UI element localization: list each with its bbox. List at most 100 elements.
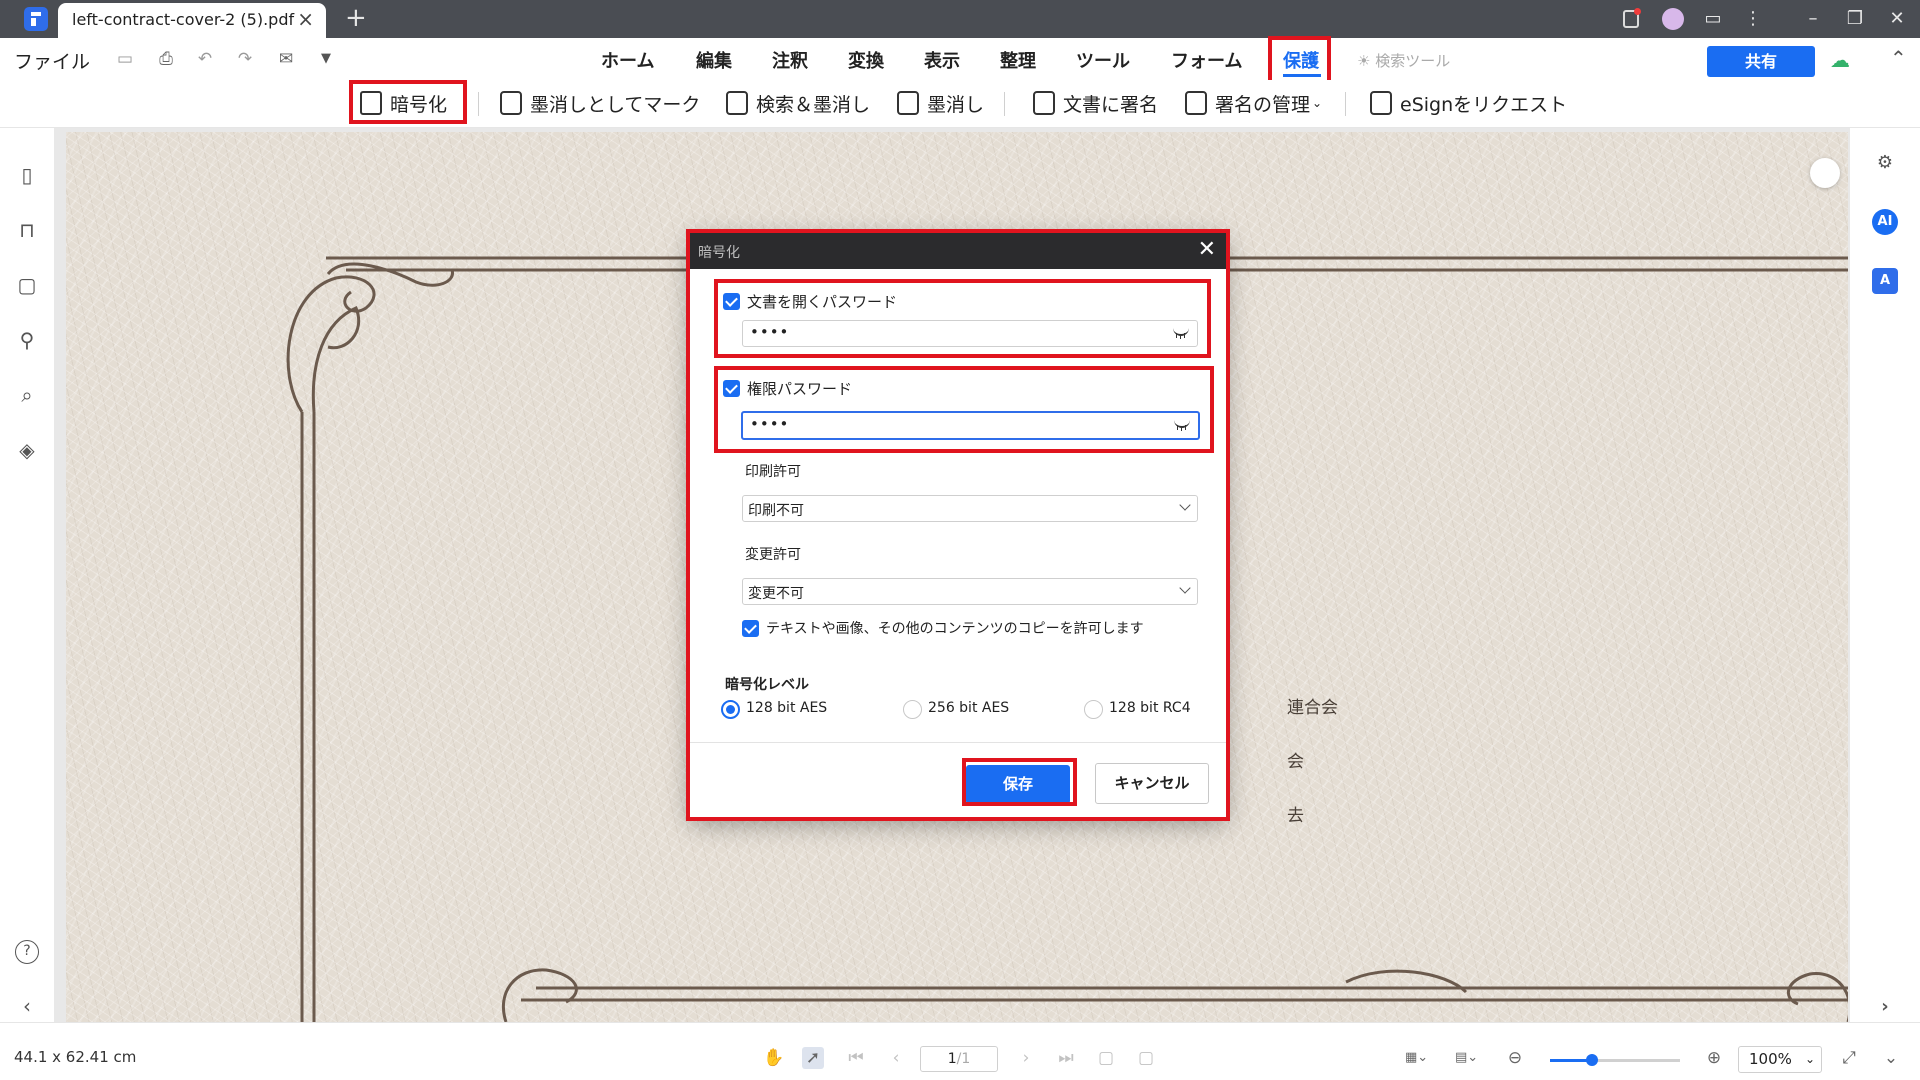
search-and-redact-button[interactable]: 検索＆墨消し	[726, 86, 870, 120]
open-password-field[interactable]: ••••	[742, 320, 1198, 347]
rotate-right-icon[interactable]: ▢	[1135, 1047, 1157, 1069]
radio-128-rc4[interactable]	[1084, 700, 1103, 719]
page-number-input[interactable]: 1/1	[920, 1046, 998, 1072]
app-logo-icon[interactable]	[24, 7, 48, 31]
active-tab-indicator	[1283, 74, 1321, 77]
radio-128-aes[interactable]	[721, 700, 740, 719]
new-tab-button[interactable]: +	[345, 4, 367, 32]
hand-tool-icon[interactable]: ✋	[763, 1047, 785, 1069]
translate-icon[interactable]: A	[1872, 268, 1898, 294]
comment-icon[interactable]: ▢	[15, 273, 39, 297]
more-view-options-icon[interactable]: ⌄	[1880, 1047, 1902, 1069]
search-icon[interactable]: ⌕	[15, 383, 39, 407]
search-redact-icon	[726, 91, 748, 115]
previous-page-icon[interactable]: ‹	[885, 1047, 907, 1069]
attachment-icon[interactable]: ⚲	[15, 328, 39, 352]
rotate-left-icon[interactable]: ▢	[1095, 1047, 1117, 1069]
allow-copy-label: テキストや画像、その他のコンテンツのコピーを許可します	[766, 621, 1144, 637]
customize-quick-access-icon[interactable]: ▼	[315, 48, 337, 70]
open-password-checkbox[interactable]	[723, 293, 740, 310]
layers-icon[interactable]: ◈	[15, 438, 39, 462]
ai-assistant-icon[interactable]: AI	[1872, 209, 1898, 235]
tab-home[interactable]: ホーム	[601, 47, 654, 73]
encrypt-button[interactable]: 暗号化	[360, 86, 447, 120]
zoom-slider[interactable]	[1550, 1054, 1680, 1066]
print-permission-select[interactable]: 印刷不可	[742, 495, 1198, 522]
search-tool-button[interactable]: ☀ 検索ツール	[1357, 50, 1450, 71]
save-button[interactable]: 保存	[966, 765, 1070, 804]
page-layout-icon[interactable]: ▦⌄	[1405, 1047, 1428, 1069]
file-menu[interactable]: ファイル	[14, 47, 90, 74]
show-password-icon[interactable]	[1173, 326, 1189, 338]
tab-form[interactable]: フォーム	[1171, 47, 1242, 73]
avatar[interactable]	[1662, 8, 1684, 30]
select-tool-icon[interactable]: ➚	[802, 1047, 824, 1069]
mark-for-redaction-button[interactable]: 墨消しとしてマーク	[500, 86, 700, 120]
last-page-icon[interactable]: ⏭	[1055, 1047, 1077, 1069]
properties-icon[interactable]: ⚙	[1872, 150, 1898, 176]
tab-comment[interactable]: 注釈	[772, 47, 808, 73]
permission-password-checkbox[interactable]	[723, 380, 740, 397]
fit-page-icon[interactable]: ⤢	[1838, 1047, 1860, 1069]
radio-256-aes[interactable]	[903, 700, 922, 719]
tab-organize[interactable]: 整理	[1000, 47, 1036, 73]
more-menu-icon[interactable]: ⋮	[1740, 6, 1766, 32]
feedback-icon[interactable]: ▭	[1700, 6, 1726, 32]
help-icon[interactable]: ?	[15, 940, 39, 964]
dialog-close-icon[interactable]: ✕	[1198, 237, 1216, 263]
restore-icon[interactable]: ❐	[1842, 6, 1868, 32]
chevron-up-icon[interactable]: ⌃	[1890, 46, 1907, 70]
tab-convert[interactable]: 変換	[848, 47, 884, 73]
expand-right-icon[interactable]: ›	[1872, 994, 1898, 1020]
allow-copy-checkbox[interactable]	[742, 620, 759, 637]
zoom-level-value: 100%	[1749, 1050, 1792, 1068]
dialog-header: 暗号化 ✕	[690, 233, 1226, 269]
permission-password-field[interactable]: ••••	[741, 411, 1200, 440]
encryption-level-label: 暗号化レベル	[725, 677, 809, 693]
tab-close-icon[interactable]: ×	[297, 9, 314, 29]
collapse-left-icon[interactable]: ‹	[15, 994, 39, 1018]
page-thumbnail-icon[interactable]: ▯	[15, 163, 39, 187]
esign-request-button[interactable]: eSignをリクエスト	[1370, 86, 1567, 120]
change-permission-value: 変更不可	[748, 586, 804, 602]
cloud-sync-icon[interactable]: ☁	[1830, 48, 1850, 72]
change-permission-select[interactable]: 変更不可	[742, 578, 1198, 605]
scroll-mode-icon[interactable]: ▤⌄	[1455, 1047, 1478, 1069]
mail-icon[interactable]: ✉	[275, 48, 297, 70]
toolbar-divider	[1004, 92, 1005, 116]
share-button[interactable]: 共有	[1707, 46, 1815, 77]
tab-view[interactable]: 表示	[924, 47, 960, 73]
minimize-icon[interactable]: –	[1800, 6, 1826, 32]
menu-bar: ファイル ▭ ⎙ ↶ ↷ ✉ ▼ ホーム 編集 注釈 変換 表示 整理 ツール …	[0, 38, 1920, 80]
manage-signature-icon	[1185, 91, 1207, 115]
redact-button[interactable]: 墨消し	[897, 86, 984, 120]
save-icon[interactable]: ▭	[114, 48, 136, 70]
first-page-icon[interactable]: ⏮	[845, 1047, 867, 1069]
print-icon[interactable]: ⎙	[155, 48, 177, 70]
close-window-icon[interactable]: ✕	[1884, 6, 1910, 32]
tab-edit[interactable]: 編集	[696, 47, 732, 73]
cancel-button[interactable]: キャンセル	[1095, 763, 1209, 804]
notification-icon[interactable]	[1623, 8, 1641, 28]
undo-icon[interactable]: ↶	[194, 48, 216, 70]
word-convert-float-icon[interactable]	[1810, 158, 1840, 188]
document-tab[interactable]: left-contract-cover-2 (5).pdf ×	[58, 3, 326, 38]
toolbar-divider	[478, 92, 479, 116]
zoom-in-icon[interactable]: ⊕	[1703, 1047, 1725, 1069]
radio-256-aes-label: 256 bit AES	[928, 700, 1010, 716]
zoom-level-select[interactable]: 100% ⌄	[1738, 1046, 1822, 1073]
tab-protect[interactable]: 保護	[1283, 47, 1319, 73]
tab-tools[interactable]: ツール	[1076, 47, 1130, 73]
esign-request-label: eSignをリクエスト	[1400, 93, 1568, 116]
search-and-redact-label: 検索＆墨消し	[756, 93, 871, 116]
radio-128-aes-label: 128 bit AES	[746, 700, 828, 716]
manage-signature-button[interactable]: 署名の管理 ⌄	[1185, 86, 1322, 120]
page-text-line: 去	[1287, 806, 1304, 826]
bookmark-icon[interactable]: ⊓	[15, 218, 39, 242]
redo-icon[interactable]: ↷	[234, 48, 256, 70]
zoom-out-icon[interactable]: ⊖	[1504, 1047, 1526, 1069]
show-password-icon[interactable]	[1174, 418, 1190, 430]
sign-document-button[interactable]: 文書に署名	[1033, 86, 1158, 120]
next-page-icon[interactable]: ›	[1015, 1047, 1037, 1069]
zoom-slider-thumb[interactable]	[1585, 1054, 1598, 1066]
